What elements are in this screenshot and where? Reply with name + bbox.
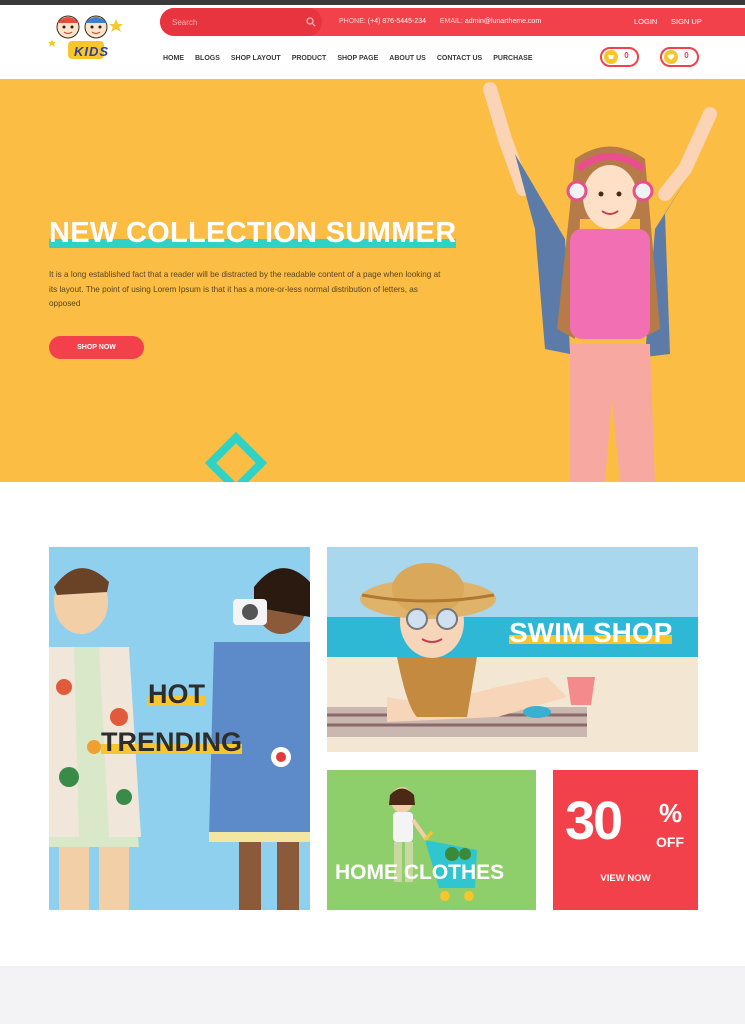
home-clothes-label: HOME CLOTHES: [335, 861, 504, 885]
contact-info: PHONE: (+4) 876-5445-234 EMAIL: admin@lu…: [339, 18, 541, 25]
wishlist-count: 0: [684, 51, 689, 60]
site-header: KIDS PHONE: (+4) 876-5445-234 EMAIL: adm…: [0, 5, 745, 79]
search-icon[interactable]: [306, 17, 316, 27]
hero-description: It is a long established fact that a rea…: [49, 270, 441, 308]
nav-home[interactable]: HOME: [162, 52, 187, 66]
phone-label: PHONE:: [339, 18, 366, 25]
hero-banner: NEW COLLECTION SUMMER It is a long estab…: [0, 79, 745, 482]
footer-band: [0, 966, 745, 1024]
email-label: EMAIL:: [439, 18, 463, 25]
nav-contact-us[interactable]: CONTACT US: [437, 52, 482, 66]
wishlist-button[interactable]: 0: [660, 47, 699, 67]
hero-title: NEW COLLECTION SUMMER: [49, 217, 457, 249]
hero-girl-image: [483, 82, 717, 482]
nav-purchase[interactable]: PURCHASE: [493, 52, 532, 66]
nav-product[interactable]: PRODUCT: [292, 52, 327, 66]
kid-cart-photo-image: [327, 770, 536, 910]
logo-text: KIDS: [74, 44, 110, 59]
sale-off: OFF: [656, 834, 684, 850]
trending-label: TRENDING: [101, 727, 242, 758]
decorative-diamond: [204, 431, 268, 482]
cart-button[interactable]: 0: [600, 47, 639, 67]
nav-shop-layout[interactable]: SHOP LAYOUT: [231, 52, 281, 66]
percent-symbol: %: [659, 798, 683, 828]
email-value: admin@lunartheme.com: [464, 18, 542, 25]
nav-blogs[interactable]: BLOGS: [195, 52, 220, 66]
hot-label: HOT: [148, 679, 205, 710]
signup-link[interactable]: SIGN UP: [671, 17, 702, 26]
main-nav: HOME BLOGS SHOP LAYOUT PRODUCT SHOP PAGE…: [162, 52, 544, 66]
search-box: [160, 8, 322, 36]
sale-percent: 30: [565, 791, 623, 851]
swim-shop-banner[interactable]: SWIM SHOP: [327, 547, 698, 752]
swim-shop-text: SWIM SHOP: [509, 617, 673, 648]
trending-text: TRENDING: [101, 727, 242, 757]
hot-text: HOT: [148, 679, 205, 709]
top-info-bar: PHONE: (+4) 876-5445-234 EMAIL: admin@lu…: [160, 8, 745, 36]
hero-title-wrap: NEW COLLECTION SUMMER: [49, 217, 457, 250]
swim-shop-label: SWIM SHOP: [509, 617, 673, 649]
beach-photo-image: [327, 547, 698, 752]
hot-trending-banner[interactable]: HOT TRENDING: [49, 547, 310, 910]
shop-now-button[interactable]: SHOP NOW: [49, 336, 144, 359]
login-link[interactable]: LOGIN: [634, 17, 657, 26]
nav-about-us[interactable]: ABOUT US: [389, 52, 426, 66]
nav-shop-page[interactable]: SHOP PAGE: [337, 52, 378, 66]
view-now-button[interactable]: VIEW NOW: [553, 873, 698, 884]
home-clothes-text: HOME CLOTHES: [335, 861, 505, 884]
sale-banner[interactable]: 30 % OFF VIEW NOW: [553, 770, 698, 910]
cart-count: 0: [624, 51, 629, 60]
search-input[interactable]: [172, 14, 300, 30]
home-clothes-banner[interactable]: HOME CLOTHES: [327, 770, 536, 910]
site-logo[interactable]: KIDS: [46, 11, 132, 65]
phone-value: (+4) 876-5445-234: [367, 18, 426, 25]
